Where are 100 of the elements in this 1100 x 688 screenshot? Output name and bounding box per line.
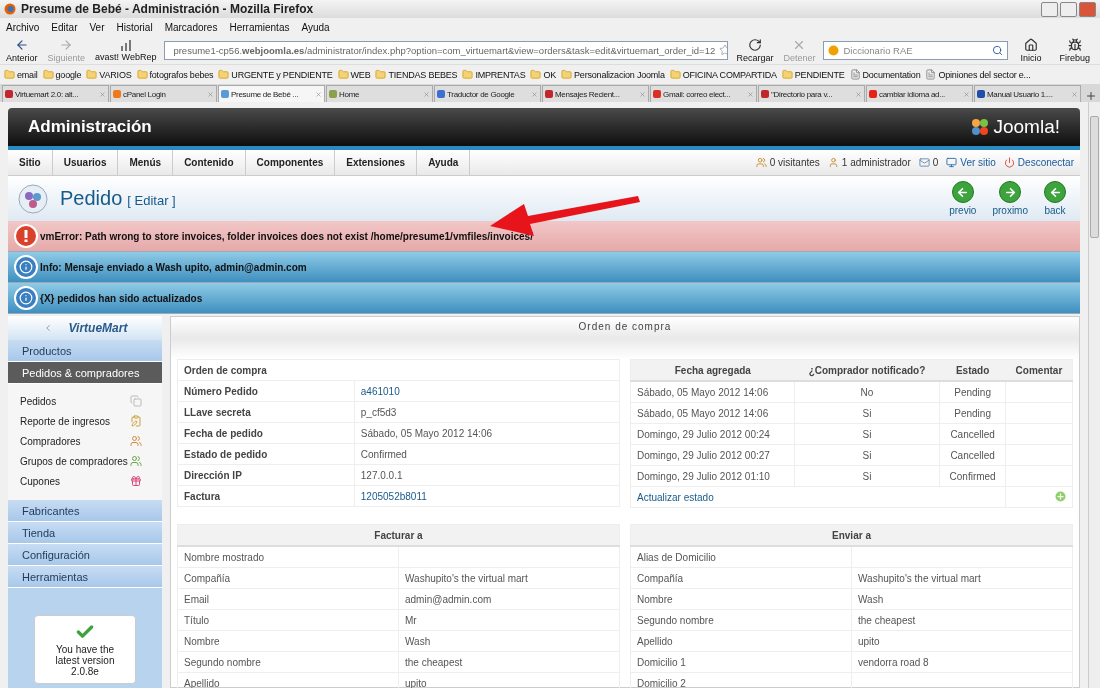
browser-tab[interactable]: Manual Usuario 1.... <box>974 85 1081 102</box>
field-label: Título <box>177 609 399 631</box>
nav-button[interactable]: Anterior <box>4 37 40 63</box>
nav-button[interactable]: avast! WebRep <box>93 38 159 62</box>
sidebar-item[interactable]: Pedidos <box>8 391 162 411</box>
search-icon[interactable] <box>992 44 1004 56</box>
field-value: Wash <box>851 588 1073 610</box>
toolbar-button[interactable]: back <box>1040 181 1070 216</box>
admin-menu-item[interactable]: Extensiones <box>335 150 418 175</box>
sidebar-section[interactable]: Pedidos & compradores <box>8 362 162 384</box>
admin-menu-item[interactable]: Ayuda <box>417 150 471 175</box>
bookmark[interactable]: Personalizacion Joomla <box>561 69 665 80</box>
update-status-link[interactable]: Actualizar estado <box>637 491 714 503</box>
toolbar-button[interactable]: previo <box>945 181 981 216</box>
sidebar-section[interactable]: Fabricantes <box>8 500 162 522</box>
admin-menu-item[interactable]: Componentes <box>245 150 336 175</box>
bookmark[interactable]: PENDIENTE <box>781 69 845 80</box>
bookmark[interactable]: IMPRENTAS <box>462 69 526 80</box>
menu-item[interactable]: Archivo <box>6 21 40 33</box>
column-header: ¿Comprador notificado? <box>794 359 940 381</box>
browser-tab[interactable]: Mensajes Recient... <box>542 85 649 102</box>
field-label: Dirección IP <box>177 464 355 486</box>
admin-menu-item[interactable]: Usuarios <box>52 150 119 175</box>
close-tab-icon[interactable] <box>855 90 862 98</box>
dictionary-icon <box>828 44 840 56</box>
toolbar-button[interactable]: Inicio <box>1014 37 1048 63</box>
bookmark[interactable]: fotografos bebes <box>136 69 214 80</box>
sidebar-item[interactable]: Compradores <box>8 431 162 451</box>
admin-menu-item[interactable]: Menús <box>118 150 174 175</box>
search-field[interactable]: Diccionario RAE <box>823 40 1009 60</box>
browser-tab[interactable]: "Directorio para v... <box>758 85 865 102</box>
menu-item[interactable]: Historial <box>116 21 153 33</box>
table-heading: Orden de compra <box>177 359 620 381</box>
status-link[interactable]: 1 administrador <box>827 157 911 168</box>
close-tab-icon[interactable] <box>1071 90 1078 98</box>
close-tab-icon[interactable] <box>531 90 538 98</box>
nav-button[interactable]: Recargar <box>734 37 776 63</box>
sidebar-item[interactable]: Reporte de ingresos <box>8 411 162 431</box>
admin-menu-item[interactable]: Contenido <box>173 150 246 175</box>
menu-item[interactable]: Editar <box>51 21 78 33</box>
field-label: Email <box>177 588 399 610</box>
menu-item[interactable]: Marcadores <box>164 21 218 33</box>
close-tab-icon[interactable] <box>963 90 970 98</box>
browser-tab[interactable]: cambiar idioma ad... <box>866 85 973 102</box>
order-link[interactable]: 1205052b8011 <box>360 490 427 502</box>
sidebar-item[interactable]: Cupones <box>8 471 162 491</box>
order-link[interactable]: a461010 <box>360 385 400 397</box>
sidebar-section[interactable]: Tienda <box>8 522 162 544</box>
close-tab-icon[interactable] <box>315 90 322 98</box>
bookmark[interactable]: Opiniones del sector e... <box>925 69 1031 80</box>
new-tab-button[interactable] <box>1084 90 1098 102</box>
browser-tab[interactable]: Traductor de Google <box>434 85 541 102</box>
toolbar-button[interactable]: proximo <box>988 181 1032 216</box>
bookmark[interactable]: WEB <box>337 69 371 80</box>
menu-item[interactable]: Ayuda <box>301 21 330 33</box>
close-button[interactable] <box>1079 1 1096 17</box>
bookmark[interactable]: Documentation <box>849 69 921 80</box>
status-link[interactable]: Ver sitio <box>946 157 996 168</box>
folder-icon <box>669 69 681 80</box>
close-tab-icon[interactable] <box>99 90 106 98</box>
browser-tab[interactable]: Presume de Bebé ... <box>218 85 325 102</box>
add-icon[interactable] <box>1055 490 1066 502</box>
address-field[interactable]: presume1-cp56.webjoomla.es/administrator/index.php?option=com_virtuemart&view=orders&task=edit&virtuemart_order_id=12 <box>164 40 729 60</box>
menu-item[interactable]: Ver <box>89 21 105 33</box>
column-header: Estado <box>939 359 1006 381</box>
sidebar-section[interactable]: Configuración <box>8 544 162 566</box>
bookmark[interactable]: OFICINA COMPARTIDA <box>669 69 777 80</box>
browser-tab[interactable]: Home <box>326 85 433 102</box>
bookmark[interactable]: TIENDAS BEBES <box>375 69 458 80</box>
field-label: Compañía <box>630 567 852 589</box>
status-link[interactable]: Desconectar <box>1003 157 1074 168</box>
status-link[interactable]: 0 visitantes <box>755 157 820 168</box>
sidebar-item[interactable]: Grupos de compradores <box>8 451 162 471</box>
bookmark[interactable]: URGENTE y PENDIENTE <box>218 69 333 80</box>
sidebar-section[interactable]: Herramientas <box>8 566 162 588</box>
field-value: admin@admin.com <box>398 588 620 610</box>
browser-tab[interactable]: cPanel Login <box>110 85 217 102</box>
star-icon[interactable] <box>719 44 728 56</box>
bookmark[interactable]: VARIOS <box>86 69 132 80</box>
close-tab-icon[interactable] <box>747 90 754 98</box>
sidebar-section[interactable]: Productos <box>8 340 162 362</box>
bookmark[interactable]: google <box>42 69 82 80</box>
menu-item[interactable]: Herramientas <box>229 21 290 33</box>
close-tab-icon[interactable] <box>423 90 430 98</box>
scrollbar[interactable] <box>1088 102 1100 688</box>
browser-tab[interactable]: Virtuemart 2.0: alt... <box>2 85 109 102</box>
status-link[interactable]: 0 <box>918 157 939 168</box>
minimize-button[interactable] <box>1041 1 1058 17</box>
field-value: Washupito's the virtual mart <box>398 567 620 589</box>
bookmark[interactable]: email <box>4 69 38 80</box>
toolbar-button[interactable]: Firebug <box>1053 37 1096 63</box>
bookmark[interactable]: OK <box>530 69 557 80</box>
browser-tab[interactable]: Gmail: correo elect... <box>650 85 757 102</box>
table-cell: Si <box>794 444 940 466</box>
close-tab-icon[interactable] <box>207 90 214 98</box>
table-cell: Pending <box>939 381 1006 403</box>
table-heading: Facturar a <box>177 524 620 546</box>
close-tab-icon[interactable] <box>639 90 646 98</box>
maximize-button[interactable] <box>1060 1 1077 17</box>
admin-menu-item[interactable]: Sitio <box>8 150 53 175</box>
